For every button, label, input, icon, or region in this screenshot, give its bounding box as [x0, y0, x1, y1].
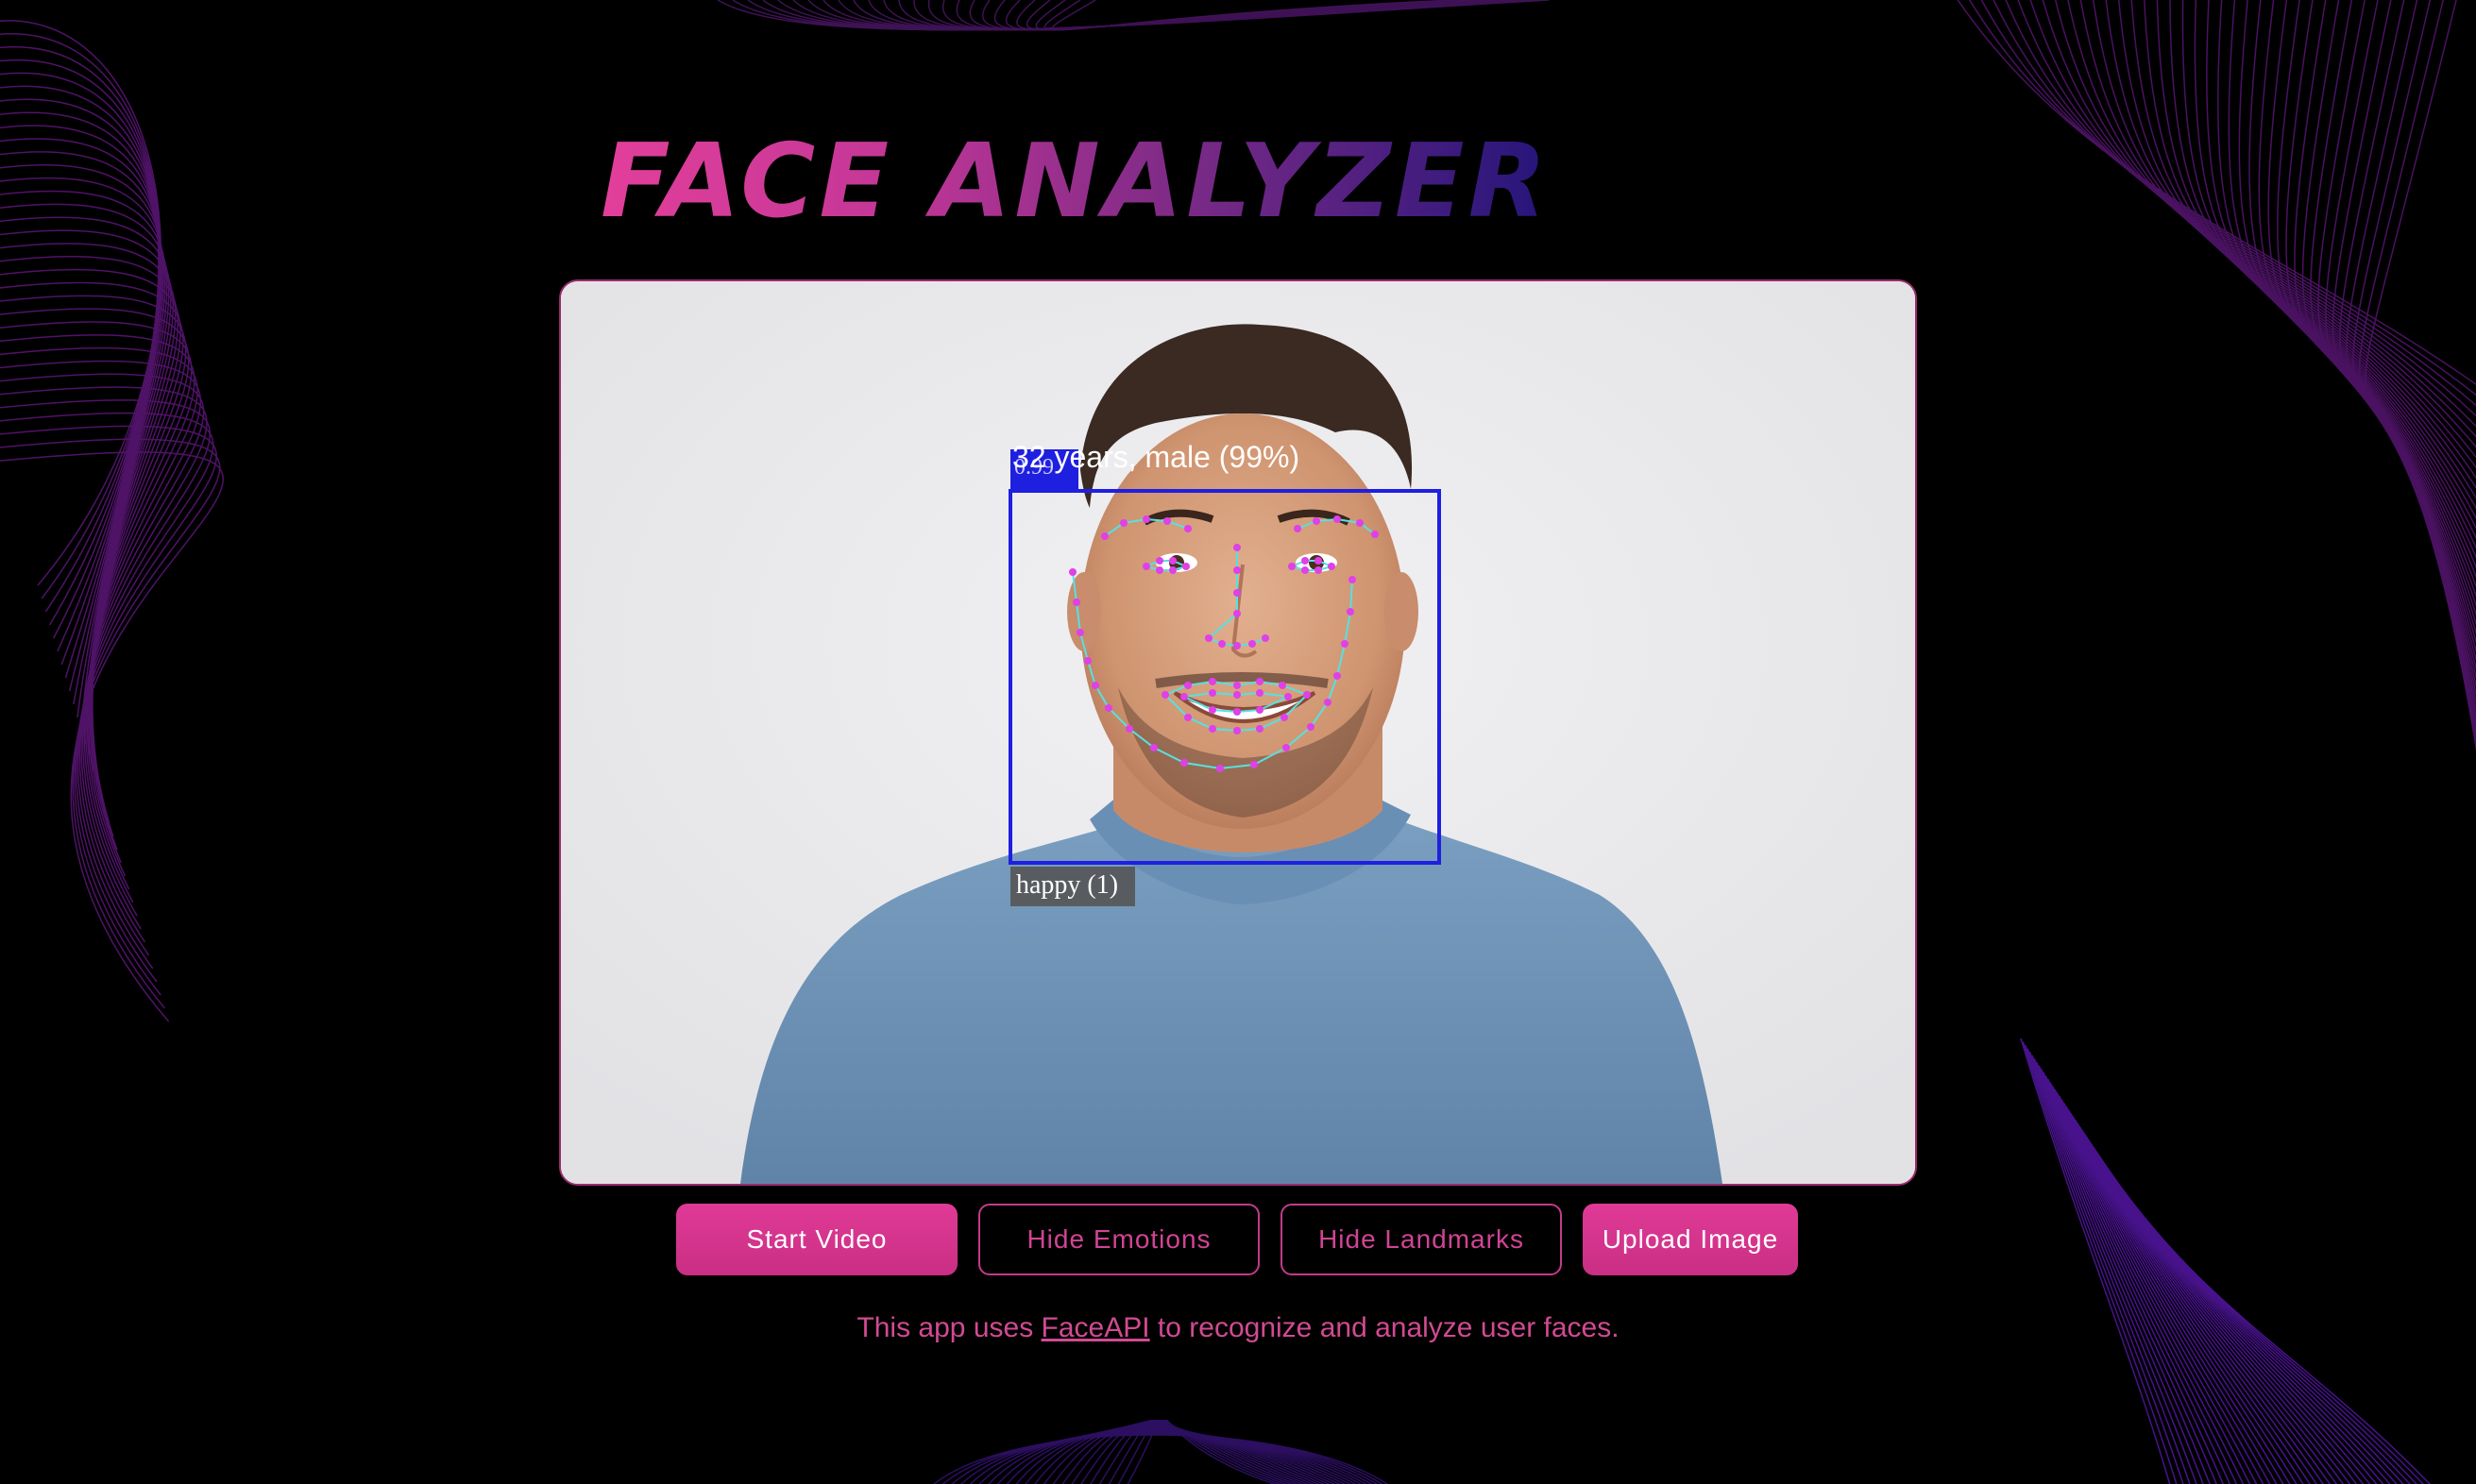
emotion-label: happy (1) [1016, 870, 1119, 900]
landmark-point [1294, 525, 1301, 532]
landmark-point [1314, 566, 1322, 574]
controls-toolbar: Start Video Hide Emotions Hide Landmarks… [0, 1204, 2476, 1275]
landmark-point [1233, 682, 1241, 689]
landmark-point [1250, 761, 1258, 768]
landmark-point [1209, 678, 1216, 685]
landmark-point [1184, 525, 1192, 532]
landmark-point [1216, 765, 1224, 772]
hide-landmarks-button[interactable]: Hide Landmarks [1280, 1204, 1562, 1275]
landmark-point [1084, 657, 1092, 665]
landmark-point [1182, 563, 1190, 570]
landmark-point [1092, 682, 1099, 689]
landmark-point [1163, 517, 1171, 525]
landmark-point [1256, 725, 1263, 733]
footer-text-before: This app uses [856, 1312, 1042, 1343]
landmark-point [1069, 568, 1077, 576]
landmark-point [1209, 689, 1216, 697]
landmark-point [1180, 759, 1188, 767]
landmark-point [1143, 563, 1150, 570]
landmark-point [1126, 725, 1133, 733]
footer-note: This app uses FaceAPI to recognize and a… [0, 1312, 2476, 1344]
analysis-image-frame: 0.99 32 years, male (99%) happy (1) [559, 279, 1917, 1186]
landmark-point [1150, 744, 1158, 751]
landmark-point [1209, 725, 1216, 733]
landmark-point [1288, 563, 1296, 570]
landmark-point [1301, 557, 1309, 565]
landmark-point [1256, 689, 1263, 697]
landmark-point [1162, 691, 1169, 699]
upload-image-button[interactable]: Upload Image [1583, 1204, 1798, 1275]
landmark-point [1120, 519, 1128, 527]
landmark-point [1314, 557, 1322, 565]
landmark-point [1284, 693, 1292, 700]
landmark-point [1233, 610, 1241, 617]
landmark-point [1313, 517, 1320, 525]
landmark-point [1205, 634, 1213, 642]
landmark-point [1279, 682, 1286, 689]
start-video-button[interactable]: Start Video [676, 1204, 958, 1275]
landmark-point [1301, 566, 1309, 574]
landmark-point [1180, 693, 1188, 700]
landmark-point [1233, 589, 1241, 597]
landmark-point [1307, 723, 1314, 731]
landmark-point [1256, 706, 1263, 714]
landmark-point [1262, 634, 1269, 642]
landmark-point [1156, 566, 1163, 574]
landmark-point [1348, 576, 1356, 583]
landmark-point [1328, 563, 1335, 570]
landmark-point [1356, 519, 1364, 527]
landmark-point [1184, 682, 1192, 689]
landmark-point [1233, 544, 1241, 551]
landmark-point [1169, 557, 1177, 565]
landmark-point [1347, 608, 1354, 616]
landmark-point [1073, 599, 1080, 606]
landmark-point [1233, 566, 1241, 574]
landmark-point [1303, 691, 1311, 699]
landmark-point [1333, 515, 1341, 523]
analyzed-photo [561, 281, 1915, 1184]
landmark-point [1256, 678, 1263, 685]
landmark-point [1233, 642, 1241, 649]
landmark-point [1169, 566, 1177, 574]
app-title: FACE ANALYZER [601, 121, 1551, 244]
landmark-point [1282, 744, 1290, 751]
footer-text-after: to recognize and analyze user faces. [1149, 1312, 1620, 1343]
faceapi-link[interactable]: FaceAPI [1042, 1312, 1150, 1343]
landmark-point [1233, 727, 1241, 734]
landmark-point [1248, 640, 1256, 648]
landmark-point [1233, 691, 1241, 699]
landmark-point [1184, 714, 1192, 721]
landmark-point [1233, 708, 1241, 716]
age-gender-label: 32 years, male (99%) [1012, 440, 1300, 474]
landmark-point [1371, 531, 1379, 538]
landmark-point [1101, 532, 1109, 540]
landmark-point [1218, 640, 1226, 648]
landmark-point [1156, 557, 1163, 565]
landmark-point [1105, 704, 1112, 712]
landmark-point [1341, 640, 1348, 648]
landmark-point [1077, 629, 1084, 636]
landmark-point [1280, 714, 1288, 721]
landmark-point [1143, 515, 1150, 523]
landmark-point [1333, 672, 1341, 680]
landmark-point [1324, 699, 1331, 706]
landmark-point [1209, 706, 1216, 714]
hide-emotions-button[interactable]: Hide Emotions [978, 1204, 1260, 1275]
